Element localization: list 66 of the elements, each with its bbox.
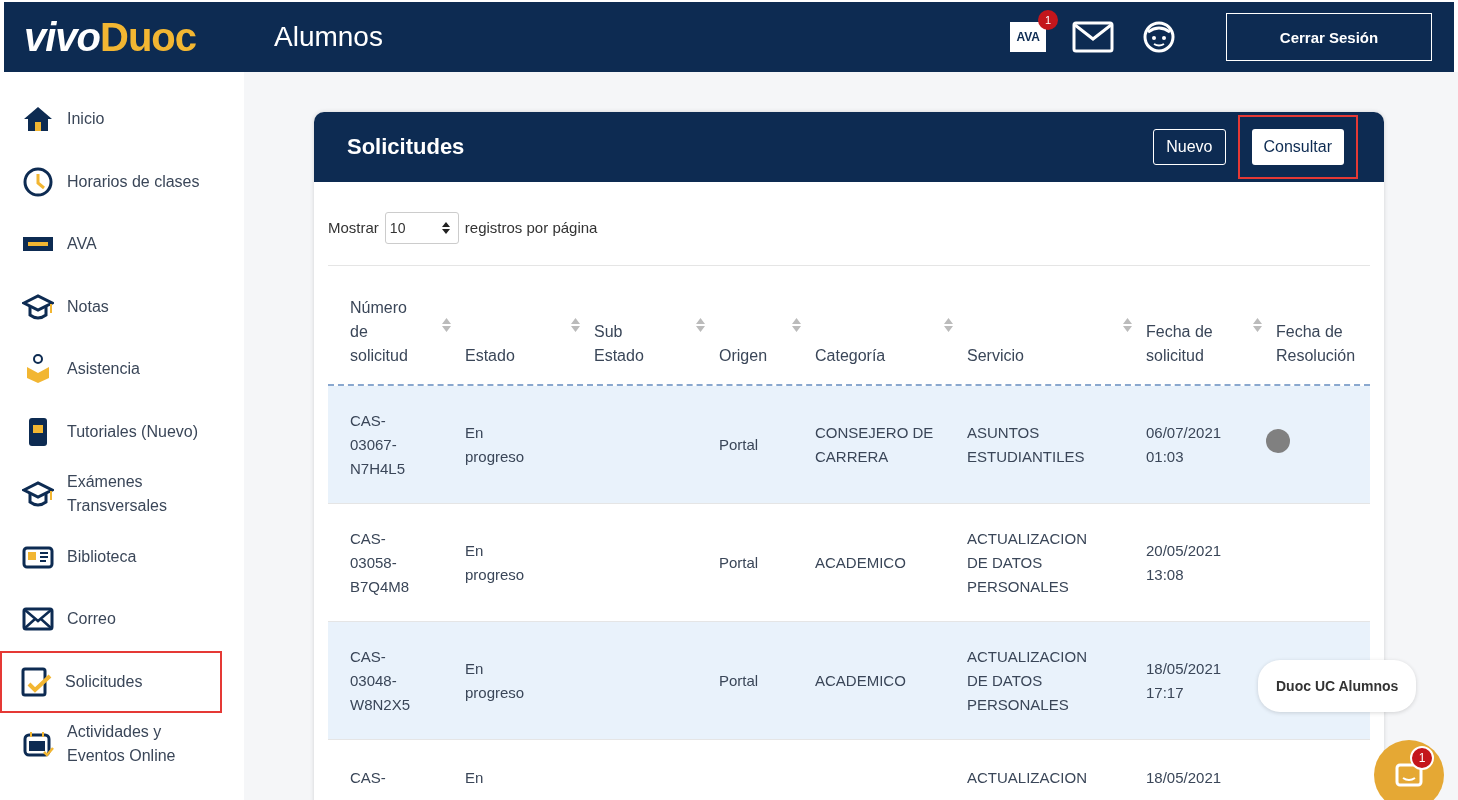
table-cell-text: En [465,768,484,788]
table-cell-text: Portal [719,434,759,455]
table-cell-text: CAS-03048-W8N2X5 [350,646,412,715]
query-button[interactable]: Consultar [1251,129,1344,165]
sidebar-item[interactable]: Horarios de clases [0,150,222,213]
table-cell-text: En progreso [465,658,526,703]
table-cell-text: 06/07/2021 01:03 [1146,422,1223,467]
table-cell-text: CAS-03067-N7H4L5 [350,410,407,479]
sort-icon[interactable] [442,318,451,332]
sidebar-item[interactable]: Inicio [0,88,222,151]
sidebar-item[interactable]: Biblioteca [0,525,222,588]
sort-icon[interactable] [792,318,801,332]
page-size-label: Mostrar [328,219,379,236]
column-header[interactable]: Fecha de solicitud [1146,320,1216,384]
sort-icon[interactable] [944,318,953,332]
table-cell-text: ACTUALIZACION DE DATOS PERSONALES [967,528,1088,597]
checkbox-icon [20,665,52,698]
table-cell-text: ACADEMICO [815,552,906,573]
table-cell-text: CONSEJERO DE CARRERA [815,422,935,467]
card-title: Solicitudes [347,134,465,160]
column-header[interactable]: Servicio [967,344,1024,384]
app-title: Alumnos [274,21,383,53]
table-cell-text: En progreso [465,422,526,467]
table-cell-text: En progreso [465,540,526,585]
page-size-select[interactable]: 10 [384,211,459,244]
column-header[interactable]: Fecha de Resolución [1276,320,1370,384]
column-header[interactable]: Categoría [815,344,886,384]
table-cell-text: 20/05/2021 13:08 [1146,540,1223,585]
face-icon[interactable] [1142,20,1176,54]
mail-icon[interactable] [1072,21,1114,53]
sidebar-item[interactable]: Actividades y Eventos Online [0,713,222,776]
table-cell-text: ASUNTOS ESTUDIANTILES [967,422,1086,467]
sidebar-item[interactable]: Solicitudes [0,650,222,713]
sidebar-item[interactable]: Correo [0,588,222,651]
table-cell-text: Portal [719,670,759,691]
sort-icon[interactable] [1123,318,1132,332]
table-cell-text: 18/05/2021 17:17 [1146,658,1223,703]
new-button[interactable]: Nuevo [1153,129,1226,165]
table-cell-text: ACTUALIZACION DE DATOS PERSONALES [967,646,1088,715]
ava-button[interactable]: AVA [1010,22,1046,52]
sidebar-item[interactable]: Asistencia [0,338,222,401]
column-header[interactable]: Origen [719,344,768,384]
logo[interactable]: vivoDuoc [24,14,274,60]
page-size-label: registros por página [464,219,598,236]
sort-icon[interactable] [696,318,705,332]
clock-icon [22,165,54,198]
table-cell-text: ACADEMICO [815,670,906,691]
logout-button[interactable]: Cerrar Sesión [1226,13,1432,61]
column-header[interactable]: Sub Estado [594,320,654,384]
sort-icon[interactable] [1253,318,1262,332]
notification-badge: 1 [1038,10,1058,30]
table-cell-text: ACTUALIZACION [967,768,1087,788]
table-cell-text: Portal [719,552,759,573]
table-cell-text: CAS-03058-B7Q4M8 [350,528,411,597]
table-cell-text: CAS- [350,768,386,788]
table-cell-text: 18/05/2021 [1146,768,1222,788]
sidebar-item[interactable]: Exámenes Transversales [0,463,222,526]
sidebar-item[interactable]: Tutoriales (Nuevo) [0,400,222,463]
column-header[interactable]: Número de solicitud [350,296,420,384]
spinner-icon [441,221,450,234]
column-header[interactable]: Estado [465,344,515,384]
notification-badge: 1 [1410,746,1434,770]
sidebar-item[interactable]: Notas [0,275,222,338]
sort-icon[interactable] [571,318,580,332]
sidebar-item[interactable]: AVA [0,213,222,276]
chat-bubble[interactable]: Duoc UC Alumnos [1258,660,1417,712]
